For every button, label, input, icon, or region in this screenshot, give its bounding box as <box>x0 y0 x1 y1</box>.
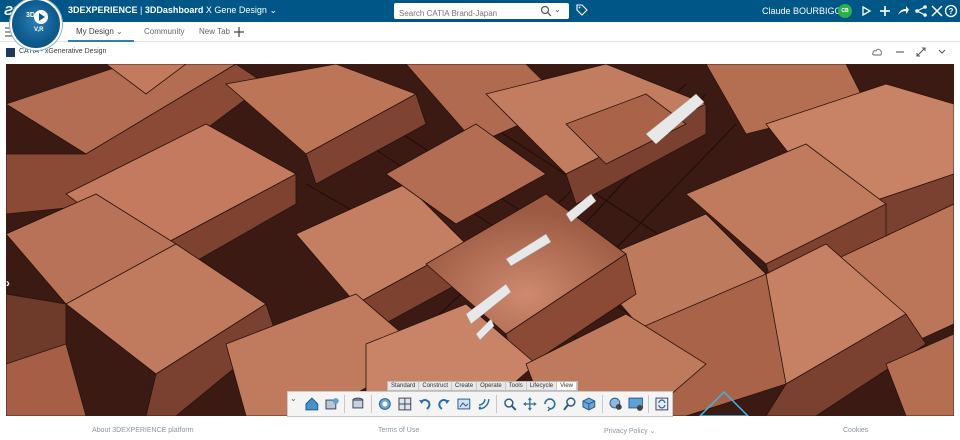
user-name[interactable]: Claude BOURBIGOT <box>762 6 847 16</box>
undo-icon[interactable] <box>417 396 433 412</box>
search-bar: ⌄ <box>394 3 569 22</box>
privacy-label: Privacy Policy <box>604 428 648 435</box>
tab-label: New Tab <box>199 27 230 36</box>
tab-my-design[interactable]: My Design ⌄ <box>68 22 134 42</box>
compass-widget[interactable]: 3D V,R <box>10 0 62 50</box>
forward-icon[interactable] <box>896 4 910 18</box>
toolbar-separator <box>602 395 603 413</box>
toolbar-separator <box>371 395 373 413</box>
top-bar: ƧS 3DEXPERIENCE | 3DDashboard X Gene Des… <box>0 0 960 22</box>
tab-tools[interactable]: Tools <box>506 382 527 390</box>
cube-view-icon[interactable] <box>581 396 597 412</box>
tab-view[interactable]: View <box>557 382 578 390</box>
view-mode-icon[interactable] <box>324 396 340 412</box>
toolbar-separator <box>496 395 498 413</box>
screen-capture-icon[interactable] <box>628 396 644 412</box>
chevron-down-icon: ⌄ <box>649 428 656 435</box>
avatar[interactable]: CB <box>838 4 852 18</box>
home-view-icon[interactable] <box>304 396 320 412</box>
compass-vr-label: V,R <box>34 27 44 33</box>
render-style-icon[interactable] <box>377 396 393 412</box>
terms-link[interactable]: Terms of Use <box>378 427 419 434</box>
tools-icon[interactable] <box>930 4 944 18</box>
capture-icon[interactable] <box>456 396 472 412</box>
sync-icon[interactable] <box>654 396 670 412</box>
chevron-down-icon[interactable]: ⌄ <box>269 5 277 15</box>
cookies-link[interactable]: Cookies <box>843 427 868 434</box>
tab-create[interactable]: Create <box>452 382 478 390</box>
about-link[interactable]: About 3DEXPERIENCE platform <box>92 427 194 434</box>
brand-separator: | <box>137 5 145 15</box>
brand-platform: 3DEXPERIENCE <box>68 5 138 15</box>
tab-new-tab[interactable]: New Tab <box>199 22 230 42</box>
tab-label: Community <box>144 27 185 36</box>
dashboard-tab-bar: My Design ⌄ Community New Tab <box>0 22 960 42</box>
cloud-icon[interactable] <box>872 47 882 57</box>
chevron-down-icon[interactable]: ⌄ <box>116 27 123 36</box>
help-icon[interactable]: ? <box>944 4 958 18</box>
action-bar: ⌄ <box>287 391 673 417</box>
multi-view-icon[interactable] <box>397 396 413 412</box>
toolbar-separator <box>648 395 650 413</box>
brand-app: 3DDashboard <box>144 5 204 15</box>
zoom-area-icon[interactable] <box>562 396 578 412</box>
redo-icon[interactable] <box>436 396 452 412</box>
tag-icon[interactable] <box>576 4 588 16</box>
3d-viewport[interactable]: › <box>6 64 954 416</box>
chevron-right-icon[interactable]: › <box>6 276 20 296</box>
toolbar-separator <box>344 395 346 413</box>
share-icon[interactable] <box>860 4 874 18</box>
generative-design-model[interactable] <box>6 64 954 416</box>
rotate-icon[interactable] <box>542 396 558 412</box>
feed-icon[interactable] <box>476 396 492 412</box>
chevron-down-icon[interactable]: ⌄ <box>290 394 297 403</box>
footer: About 3DEXPERIENCE platform Terms of Use… <box>0 419 960 440</box>
tab-standard[interactable]: Standard <box>388 382 420 390</box>
maximize-icon[interactable] <box>916 47 926 57</box>
add-tab-icon[interactable] <box>234 27 244 37</box>
pan-icon[interactable] <box>522 396 538 412</box>
tab-construct[interactable]: Construct <box>419 382 453 390</box>
layers-icon[interactable] <box>350 396 366 412</box>
privacy-link[interactable]: Privacy Policy ⌄ <box>604 427 655 435</box>
tab-lifecycle[interactable]: Lifecycle <box>527 382 558 390</box>
zoom-icon[interactable] <box>502 396 518 412</box>
search-scope-chevron-icon[interactable]: ⌄ <box>554 5 564 17</box>
compass-play-icon[interactable] <box>34 10 48 24</box>
dashboard-name[interactable]: X Gene Design <box>206 5 267 15</box>
svg-text:?: ? <box>949 7 954 16</box>
catia-app-icon <box>6 48 15 57</box>
tab-operate[interactable]: Operate <box>477 382 506 390</box>
action-bar-tabs: Standard Construct Create Operate Tools … <box>387 381 579 391</box>
tab-label: My Design <box>76 27 114 36</box>
network-icon[interactable] <box>914 4 928 18</box>
search-input[interactable] <box>394 5 534 22</box>
chevron-down-icon[interactable] <box>937 47 947 57</box>
widget-header: CATIA - xGenerative Design <box>0 44 960 62</box>
add-icon[interactable] <box>878 4 892 18</box>
tab-community[interactable]: Community <box>144 22 184 42</box>
minimize-icon[interactable] <box>895 47 905 57</box>
search-icon[interactable] <box>540 5 552 17</box>
brand-title[interactable]: 3DEXPERIENCE | 3DDashboard X Gene Design… <box>68 5 277 16</box>
search-view-icon[interactable] <box>608 396 624 412</box>
